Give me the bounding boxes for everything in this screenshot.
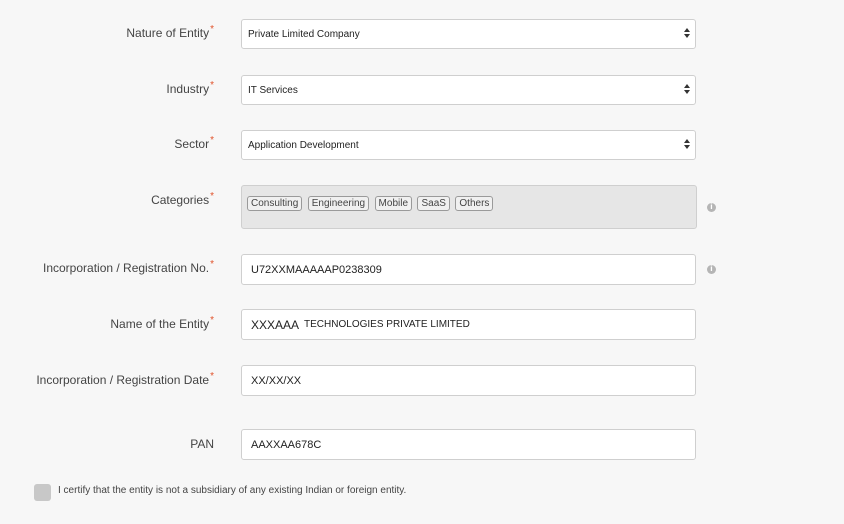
- required-mark: *: [210, 80, 214, 91]
- categories-label: Categories*: [151, 191, 214, 207]
- registration-date-input[interactable]: XX/XX/XX: [241, 365, 696, 396]
- nature-of-entity-value: Private Limited Company: [248, 28, 360, 40]
- categories-field[interactable]: Consulting Engineering Mobile SaaS Other…: [241, 185, 697, 229]
- industry-label-text: Industry: [166, 82, 210, 96]
- select-arrows-icon: [683, 83, 691, 97]
- categories-label-text: Categories: [151, 193, 210, 207]
- category-tag[interactable]: Mobile: [374, 196, 413, 211]
- required-mark: *: [210, 135, 214, 146]
- registration-no-input[interactable]: U72XXMAAAAAP0238309: [241, 254, 696, 285]
- certify-checkbox[interactable]: [34, 484, 51, 501]
- select-arrows-icon: [683, 138, 691, 152]
- required-mark: *: [210, 371, 214, 382]
- required-mark: *: [210, 24, 214, 35]
- nature-of-entity-label: Nature of Entity*: [126, 24, 214, 40]
- category-tag[interactable]: SaaS: [417, 196, 450, 211]
- nature-of-entity-label-text: Nature of Entity: [126, 26, 210, 40]
- required-mark: *: [210, 259, 214, 270]
- pan-label-text: PAN: [190, 437, 214, 451]
- entity-name-input[interactable]: XXXAAA TECHNOLOGIES PRIVATE LIMITED: [241, 309, 696, 340]
- entity-name-label-text: Name of the Entity: [110, 317, 210, 331]
- category-tag[interactable]: Engineering: [307, 196, 370, 211]
- category-tag[interactable]: Consulting: [247, 196, 303, 211]
- industry-value: IT Services: [248, 84, 298, 96]
- category-tag[interactable]: Others: [455, 196, 494, 211]
- registration-no-value: U72XXMAAAAAP0238309: [251, 263, 382, 276]
- sector-label: Sector*: [174, 135, 214, 151]
- certify-text: I certify that the entity is not a subsi…: [58, 485, 407, 496]
- registration-no-label: Incorporation / Registration No.*: [43, 259, 214, 275]
- industry-label: Industry*: [166, 80, 214, 96]
- info-icon[interactable]: i: [707, 203, 716, 212]
- required-mark: *: [210, 315, 214, 326]
- info-icon[interactable]: i: [707, 265, 716, 274]
- pan-input[interactable]: AAXXAA678C: [241, 429, 696, 460]
- required-mark: *: [210, 191, 214, 202]
- sector-select[interactable]: Application Development: [241, 130, 696, 160]
- industry-select[interactable]: IT Services: [241, 75, 696, 105]
- sector-label-text: Sector: [174, 137, 210, 151]
- select-arrows-icon: [683, 27, 691, 41]
- registration-no-label-text: Incorporation / Registration No.: [43, 261, 210, 275]
- sector-value: Application Development: [248, 139, 359, 151]
- registration-date-label: Incorporation / Registration Date*: [36, 371, 214, 387]
- pan-value: AAXXAA678C: [251, 438, 322, 451]
- registration-date-label-text: Incorporation / Registration Date: [36, 373, 210, 387]
- entity-name-prefix: XXXAAA: [251, 317, 300, 332]
- entity-name-value: TECHNOLOGIES PRIVATE LIMITED: [304, 319, 470, 330]
- nature-of-entity-select[interactable]: Private Limited Company: [241, 19, 696, 49]
- registration-date-value: XX/XX/XX: [251, 374, 302, 387]
- entity-name-label: Name of the Entity*: [110, 315, 214, 331]
- pan-label: PAN: [190, 437, 214, 451]
